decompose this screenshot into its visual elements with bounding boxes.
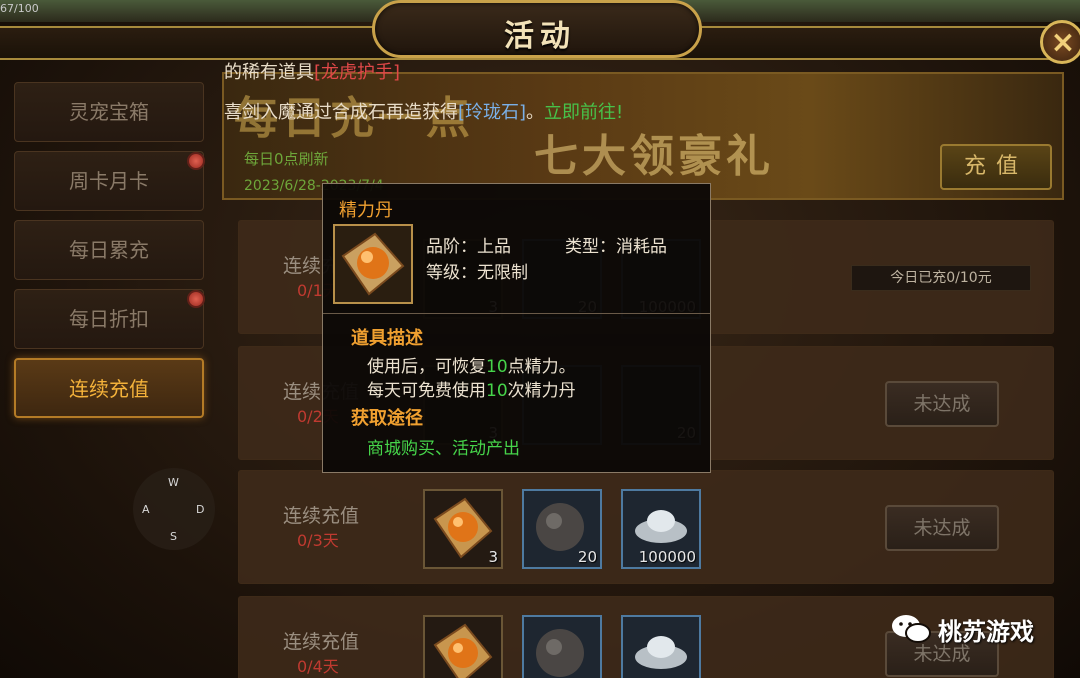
tab-label: 灵宠宝箱 [69, 100, 149, 124]
close-icon: × [1050, 25, 1076, 60]
banner-refresh-note: 每日0点刷新 [244, 150, 329, 168]
tab-daily-discount[interactable]: 每日折扣 [14, 289, 205, 349]
source-text: 商城购买、活动产出 [367, 439, 520, 459]
notification-dot-icon [187, 290, 205, 308]
claim-status-button[interactable]: 未达成 [885, 505, 999, 551]
desc-line-1: 使用后，可恢复10点精力。 [367, 352, 576, 377]
silver-ingot-art [635, 636, 687, 669]
item-name: 精力丹 [339, 200, 393, 221]
item-type: 类型：消耗品 [565, 237, 667, 257]
reward-qty: 3 [488, 548, 498, 566]
notice-text: 的稀有道具 [224, 62, 314, 83]
rare-item-link[interactable]: [龙虎护手] [314, 62, 400, 83]
tab-label: 每日折扣 [69, 307, 149, 331]
window-title: 活动 [504, 19, 576, 54]
notification-dot-icon [187, 152, 205, 170]
item-tooltip: 精力丹 品阶：上品 类型：消耗品 等级：无限制 道具描述 使用后，可恢复10点精… [322, 183, 711, 473]
activity-screen: 67/100 活动 × 灵宠宝箱 周卡月卡 每日累充 每日折扣 连续充值 W A… [0, 0, 1080, 678]
synthesis-notice: 喜剑入魔通过合成石再造获得[玲珑石]。立即前往! [224, 98, 623, 124]
notice-text: 喜剑入魔通过合成石再造获得 [224, 102, 458, 123]
banner-headline-right: 七大领豪礼 [534, 131, 774, 182]
activity-tabs: 灵宠宝箱 周卡月卡 每日累充 每日折扣 连续充值 [14, 82, 205, 427]
dark-stone-art [536, 629, 584, 677]
energy-pill-art [341, 232, 405, 296]
notice-sep: 。 [526, 102, 545, 123]
desc-title: 道具描述 [351, 328, 423, 349]
wechat-icon [892, 615, 931, 643]
joystick-right-label: D [196, 503, 205, 516]
today-charged-status: 今日已充0/10元 [851, 265, 1031, 291]
tab-weekly-monthly-card[interactable]: 周卡月卡 [14, 151, 205, 211]
hp-text: 67/100 [0, 2, 39, 15]
desc-text: 点精力。 [507, 357, 576, 377]
item-level: 等级：无限制 [426, 263, 528, 283]
desc-number: 10 [486, 357, 508, 377]
tab-label: 每日累充 [69, 238, 149, 262]
watermark-text: 桃苏游戏 [938, 618, 1034, 646]
scroll-orb-icon[interactable] [423, 615, 503, 678]
desc-line-2: 每天可免费使用10次精力丹 [367, 376, 576, 401]
row-title: 连续充值 [283, 631, 360, 653]
desc-text: 次精力丹 [507, 381, 576, 401]
joystick-left-label: A [142, 503, 150, 516]
dark-stone-icon[interactable]: 20 [522, 489, 602, 569]
reward-row: 连续充值 0/3天 3 20 100000 未达成 [238, 470, 1054, 584]
row-progress: 0/4天 [297, 657, 339, 676]
promo-banner: 每日充一点 七大领豪礼 每日0点刷新 2023/6/28-2023/7/4 充值 [222, 72, 1064, 200]
joystick-up-label: W [168, 476, 179, 489]
synth-item-link[interactable]: [玲珑石] [458, 102, 526, 123]
desc-text: 每天可免费使用 [367, 381, 486, 401]
row-title: 连续充值 [283, 505, 360, 527]
tab-pet-chest[interactable]: 灵宠宝箱 [14, 82, 204, 142]
recharge-button[interactable]: 充值 [940, 144, 1052, 190]
title-plaque: 活动 [372, 0, 702, 58]
joystick-down-label: S [170, 530, 177, 543]
source-title: 获取途径 [351, 408, 423, 429]
movement-joystick[interactable]: W A D S [133, 468, 215, 550]
scroll-orb-icon[interactable]: 3 [423, 489, 503, 569]
item-quality: 品阶：上品 [426, 237, 511, 257]
scroll-orb-art [433, 623, 493, 678]
reward-qty: 20 [577, 548, 597, 566]
claim-status-button[interactable]: 未达成 [885, 381, 999, 427]
tooltip-divider [323, 313, 710, 314]
row-progress: 0/3天 [297, 531, 339, 550]
go-now-link[interactable]: 立即前往! [544, 102, 623, 123]
tab-consecutive-recharge[interactable]: 连续充值 [14, 358, 204, 418]
tab-label: 周卡月卡 [69, 169, 149, 193]
desc-number: 10 [486, 381, 508, 401]
reward-qty: 100000 [638, 548, 696, 566]
watermark: 桃苏游戏 [890, 612, 1034, 650]
silver-ingot-icon[interactable]: 100000 [621, 489, 701, 569]
rare-item-notice: 的稀有道具[龙虎护手] [224, 58, 400, 84]
tab-daily-cumulative[interactable]: 每日累充 [14, 220, 204, 280]
desc-text: 使用后，可恢复 [367, 357, 486, 377]
silver-ingot-icon[interactable] [621, 615, 701, 678]
dark-stone-icon[interactable] [522, 615, 602, 678]
tab-label: 连续充值 [69, 377, 149, 401]
close-button[interactable]: × [1040, 20, 1080, 64]
energy-pill-icon [333, 224, 413, 304]
